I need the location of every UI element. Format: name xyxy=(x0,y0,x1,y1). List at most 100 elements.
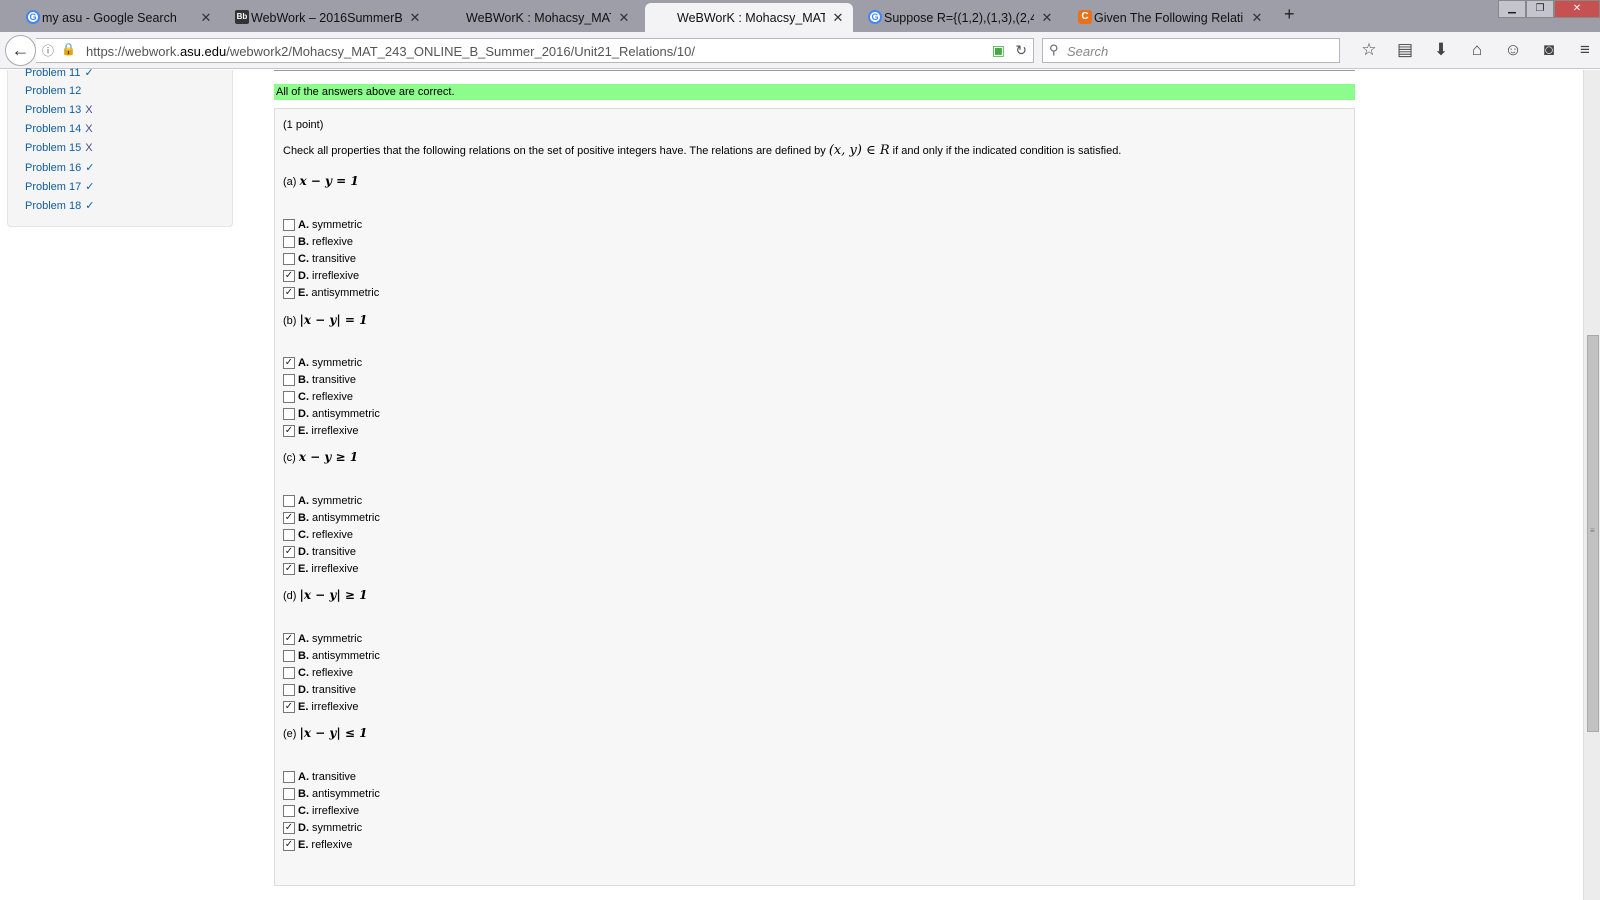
part-e-option-c[interactable]: C. irreflexive xyxy=(283,803,359,819)
checkbox[interactable]: ✓ xyxy=(283,839,295,851)
checkbox[interactable] xyxy=(283,788,295,800)
url-bar[interactable]: ⓘ 🔒 https://webwork.asu.edu/webwork2/Moh… xyxy=(36,38,1034,63)
tab-1[interactable]: Bb WebWork – 2016SummerB... ✕ xyxy=(229,3,430,32)
sidebar-item-problem-15[interactable]: Problem 15 X xyxy=(25,142,93,154)
checkbox[interactable]: ✓ xyxy=(283,546,295,558)
checkbox[interactable] xyxy=(283,495,295,507)
success-banner: All of the answers above are correct. xyxy=(274,84,1355,100)
part-d-option-c[interactable]: C. reflexive xyxy=(283,665,353,681)
part-a-option-a[interactable]: A. symmetric xyxy=(283,217,362,233)
sidebar-item-problem-14[interactable]: Problem 14 X xyxy=(25,123,93,135)
google-icon: G xyxy=(868,10,882,24)
checkbox[interactable] xyxy=(283,253,295,265)
home-icon[interactable]: ⌂ xyxy=(1459,40,1495,60)
part-d-option-d[interactable]: D. transitive xyxy=(283,682,356,698)
reload-icon[interactable]: ↻ xyxy=(1015,42,1027,59)
tab-0[interactable]: G my asu - Google Search ✕ xyxy=(20,3,221,32)
part-a-option-e[interactable]: ✓ E. antisymmetric xyxy=(283,285,379,301)
sidebar-item-problem-16[interactable]: Problem 16 ✓ xyxy=(25,161,94,174)
part-e-option-b[interactable]: B. antisymmetric xyxy=(283,786,380,802)
part-d-option-a[interactable]: ✓ A. symmetric xyxy=(283,631,362,647)
part-b-option-d[interactable]: D. antisymmetric xyxy=(283,406,380,422)
close-window-icon[interactable]: ✕ xyxy=(1554,0,1600,18)
part-c-option-a[interactable]: A. symmetric xyxy=(283,493,362,509)
download-icon[interactable]: ⬇ xyxy=(1423,40,1459,60)
lock-icon[interactable]: 🔒 xyxy=(61,42,76,56)
bookmark-star-icon[interactable]: ☆ xyxy=(1351,40,1387,60)
part-d-label: (d) |x − y| ≥ 1 xyxy=(283,588,368,602)
checkbox[interactable] xyxy=(283,219,295,231)
checkbox[interactable]: ✓ xyxy=(283,270,295,282)
close-icon[interactable]: ✕ xyxy=(1040,10,1054,26)
tab-title: WeBWorK : Mohacsy_MAT... xyxy=(677,10,825,25)
tab-5[interactable]: C Given The Following Relati... ✕ xyxy=(1072,3,1272,32)
checkbox[interactable]: ✓ xyxy=(283,563,295,575)
checkbox[interactable] xyxy=(283,408,295,420)
checkbox[interactable] xyxy=(283,374,295,386)
scrollbar-thumb[interactable]: ≡ xyxy=(1587,335,1599,732)
sidebar-item-problem-17[interactable]: Problem 17 ✓ xyxy=(25,180,94,193)
part-e-option-d[interactable]: ✓ D. symmetric xyxy=(283,820,362,836)
search-icon: ⚲ xyxy=(1049,42,1059,57)
part-e-option-a[interactable]: A. transitive xyxy=(283,769,356,785)
checkbox[interactable]: ✓ xyxy=(283,633,295,645)
grip-icon: ≡ xyxy=(1590,526,1595,535)
part-e-option-e[interactable]: ✓ E. reflexive xyxy=(283,837,352,853)
part-c-option-d[interactable]: ✓ D. transitive xyxy=(283,544,356,560)
chat-icon[interactable]: ☺ xyxy=(1495,40,1531,60)
minimize-icon[interactable]: ▁ xyxy=(1498,0,1526,18)
back-arrow-icon[interactable]: ← xyxy=(5,35,36,66)
tab-strip: G my asu - Google Search ✕ Bb WebWork – … xyxy=(0,0,1600,32)
reading-list-icon[interactable]: ▤ xyxy=(1387,40,1423,60)
close-icon[interactable]: ✕ xyxy=(617,10,631,26)
checkbox[interactable] xyxy=(283,391,295,403)
part-b-option-a[interactable]: ✓ A. symmetric xyxy=(283,355,362,371)
part-d-option-e[interactable]: ✓ E. irreflexive xyxy=(283,699,358,715)
page-scrollbar[interactable]: ≡ xyxy=(1583,70,1600,900)
checkbox[interactable] xyxy=(283,805,295,817)
tab-4[interactable]: G Suppose R={(1,2),(1,3),(2,4)... ✕ xyxy=(862,3,1062,32)
part-a-option-c[interactable]: C. transitive xyxy=(283,251,356,267)
part-b-option-c[interactable]: C. reflexive xyxy=(283,389,353,405)
checkbox[interactable]: ✓ xyxy=(283,357,295,369)
part-c-option-b[interactable]: ✓ B. antisymmetric xyxy=(283,510,380,526)
search-input[interactable]: ⚲ Search xyxy=(1042,38,1340,63)
checkbox[interactable]: ✓ xyxy=(283,287,295,299)
new-tab-button[interactable]: + xyxy=(1284,4,1295,25)
extension-icon[interactable]: ▣ xyxy=(992,42,1005,59)
checkbox[interactable]: ✓ xyxy=(283,701,295,713)
sidebar-item-problem-13[interactable]: Problem 13 X xyxy=(25,104,93,116)
checkbox[interactable]: ✓ xyxy=(283,425,295,437)
checkbox[interactable] xyxy=(283,650,295,662)
sidebar-item-problem-18[interactable]: Problem 18 ✓ xyxy=(25,199,94,212)
tab-3-active[interactable]: WeBWorK : Mohacsy_MAT... ✕ xyxy=(645,3,853,32)
close-icon[interactable]: ✕ xyxy=(831,10,845,26)
tab-title: WeBWorK : Mohacsy_MAT... xyxy=(466,10,611,25)
part-b-option-b[interactable]: B. transitive xyxy=(283,372,356,388)
part-d-option-b[interactable]: B. antisymmetric xyxy=(283,648,380,664)
restore-icon[interactable]: ❐ xyxy=(1526,0,1554,18)
close-icon[interactable]: ✕ xyxy=(408,10,422,26)
sidebar-item-problem-11[interactable]: Problem 11 ✓ xyxy=(25,66,94,79)
checkbox[interactable] xyxy=(283,529,295,541)
part-a-option-b[interactable]: B. reflexive xyxy=(283,234,353,250)
close-icon[interactable]: ✕ xyxy=(199,10,213,26)
part-b-option-e[interactable]: ✓ E. irreflexive xyxy=(283,423,358,439)
part-c-option-e[interactable]: ✓ E. irreflexive xyxy=(283,561,358,577)
close-icon[interactable]: ✕ xyxy=(1250,10,1264,26)
checkbox[interactable]: ✓ xyxy=(283,822,295,834)
part-a-option-d[interactable]: ✓ D. irreflexive xyxy=(283,268,359,284)
menu-icon[interactable]: ≡ xyxy=(1567,40,1600,60)
info-icon[interactable]: ⓘ xyxy=(42,42,54,59)
checkbox[interactable]: ✓ xyxy=(283,512,295,524)
part-c-option-c[interactable]: C. reflexive xyxy=(283,527,353,543)
checkbox[interactable] xyxy=(283,771,295,783)
pocket-icon[interactable]: ◙ xyxy=(1531,40,1567,60)
status-mark: X xyxy=(85,104,93,116)
checkbox[interactable] xyxy=(283,236,295,248)
tab-2[interactable]: WeBWorK : Mohacsy_MAT... ✕ xyxy=(438,3,639,32)
checkbox[interactable] xyxy=(283,684,295,696)
navigation-bar: ← ⓘ 🔒 https://webwork.asu.edu/webwork2/M… xyxy=(0,32,1600,69)
checkbox[interactable] xyxy=(283,667,295,679)
sidebar-item-problem-12[interactable]: Problem 12 xyxy=(25,85,85,97)
